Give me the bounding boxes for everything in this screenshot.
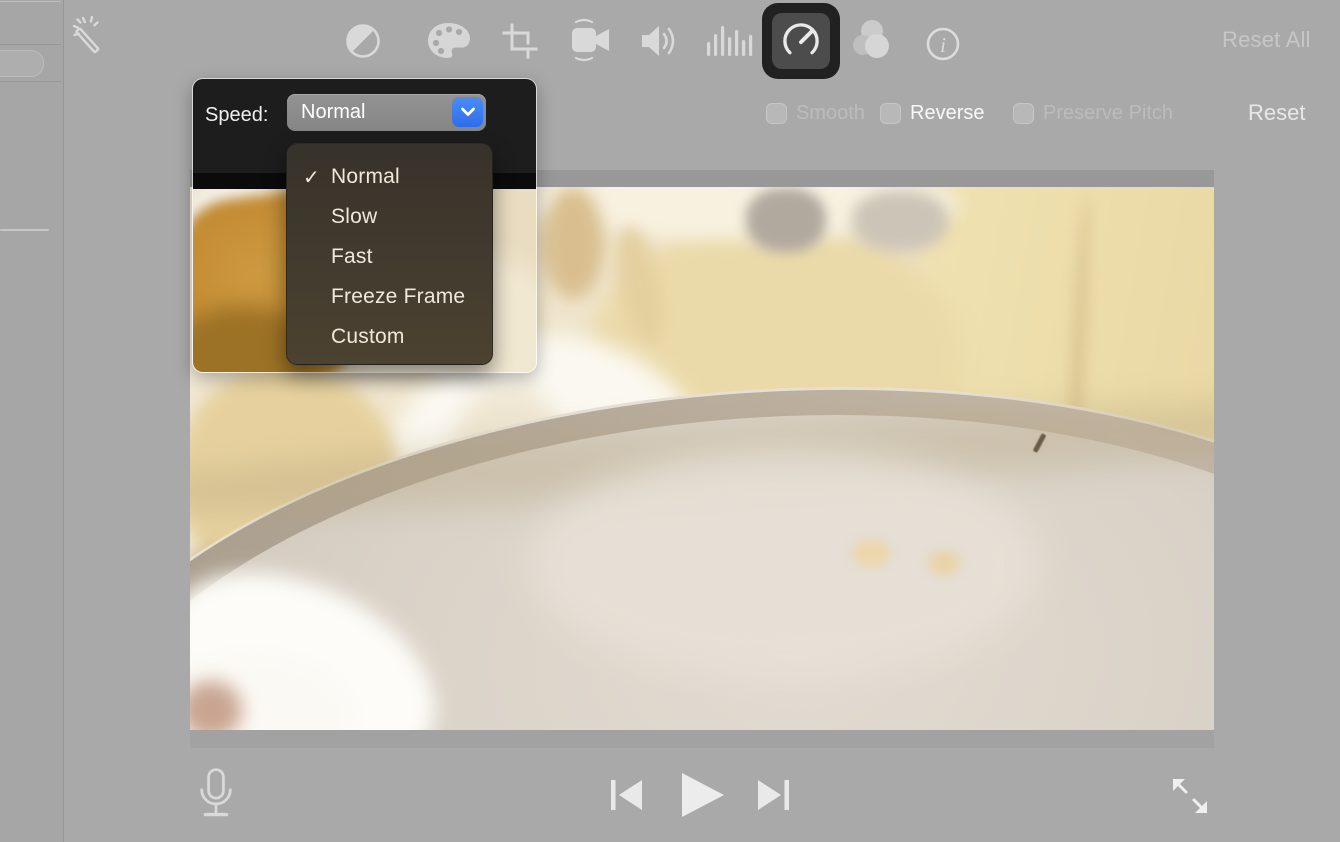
crop-icon[interactable] <box>501 22 539 60</box>
smooth-label: Smooth <box>796 102 865 125</box>
reverse-checkbox-row[interactable]: Reverse <box>880 102 984 125</box>
sidebar-edge <box>0 0 64 842</box>
pot-reflection <box>928 551 960 575</box>
checkmark-icon: ✓ <box>303 165 325 190</box>
noise-reduction-bars-icon[interactable] <box>705 23 757 59</box>
speed-label: Speed: <box>205 104 268 127</box>
reverse-label: Reverse <box>910 102 984 125</box>
video-bottom-bar <box>190 730 1214 748</box>
enhance-magic-wand-icon[interactable] <box>70 13 114 57</box>
sidebar-divider <box>0 81 61 82</box>
menu-item-fast[interactable]: Fast <box>287 237 492 277</box>
color-balance-icon[interactable] <box>344 22 382 60</box>
sidebar-highlight-line <box>0 229 49 231</box>
speed-gauge-icon <box>772 13 830 69</box>
preserve-pitch-label: Preserve Pitch <box>1043 102 1173 125</box>
volume-speaker-icon[interactable] <box>638 21 682 61</box>
menu-item-freeze-frame[interactable]: Freeze Frame <box>287 277 492 317</box>
sidebar-divider <box>0 44 61 45</box>
blurred-object <box>852 191 948 251</box>
sidebar-button-stub[interactable] <box>0 50 44 77</box>
play-button[interactable] <box>681 773 725 817</box>
speed-gauge-button-active[interactable] <box>762 3 840 79</box>
previous-frame-button[interactable] <box>611 780 643 810</box>
preserve-pitch-checkbox[interactable] <box>1013 103 1034 124</box>
stabilization-camera-icon[interactable] <box>566 15 616 65</box>
smooth-checkbox-row[interactable]: Smooth <box>766 102 865 125</box>
reverse-checkbox[interactable] <box>880 103 901 124</box>
blurred-figure <box>746 188 826 252</box>
menu-item-custom[interactable]: Custom <box>287 317 492 357</box>
fullscreen-icon[interactable] <box>1168 774 1212 816</box>
color-filters-icon[interactable] <box>848 17 896 65</box>
pot-haze <box>530 449 1040 679</box>
speed-popup-button[interactable]: Normal <box>287 94 486 131</box>
background-detail <box>542 187 604 299</box>
preserve-pitch-checkbox-row[interactable]: Preserve Pitch <box>1013 102 1173 125</box>
color-palette-icon[interactable] <box>426 20 474 62</box>
menu-item-slow[interactable]: Slow <box>287 197 492 237</box>
smooth-checkbox[interactable] <box>766 103 787 124</box>
imovie-adjustments-screen: i Reset All Smooth Reverse Preserve Pitc… <box>0 0 1340 842</box>
reset-button[interactable]: Reset <box>1248 100 1305 126</box>
chevron-down-icon[interactable] <box>452 97 483 127</box>
reset-all-button[interactable]: Reset All <box>1222 27 1311 53</box>
clip-info-icon[interactable]: i <box>923 24 963 64</box>
sidebar-top-divider <box>0 1 61 2</box>
speed-dropdown-menu: ✓ Normal Slow Fast Freeze Frame Custom <box>286 143 493 365</box>
svg-text:i: i <box>940 33 946 57</box>
next-frame-button[interactable] <box>757 780 789 810</box>
menu-item-normal[interactable]: ✓ Normal <box>287 157 492 197</box>
pot-reflection <box>852 539 890 567</box>
voiceover-record-button[interactable] <box>198 767 234 823</box>
speed-popup-value: Normal <box>301 101 365 124</box>
